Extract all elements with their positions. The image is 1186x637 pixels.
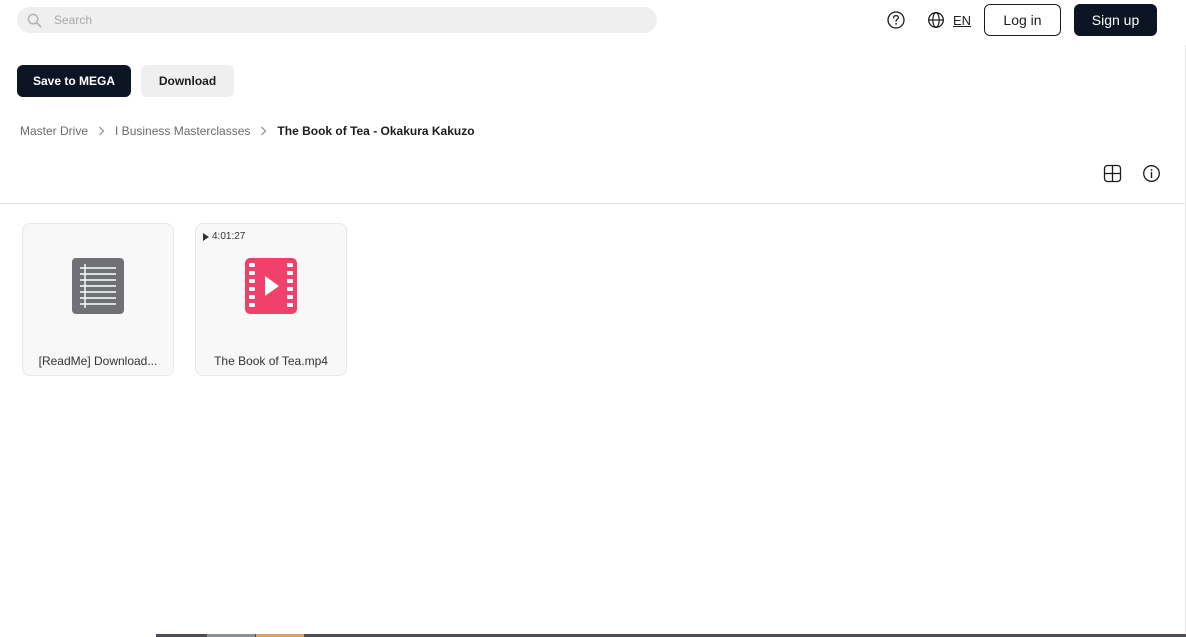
help-icon <box>887 11 905 29</box>
video-duration-badge: 4:01:27 <box>203 231 245 242</box>
grid-view-toggle[interactable] <box>1101 162 1123 184</box>
signup-button[interactable]: Sign up <box>1074 4 1157 36</box>
breadcrumb-item-current-folder: The Book of Tea - Okakura Kakuzo <box>277 124 475 138</box>
globe-icon <box>928 12 944 28</box>
search-icon <box>27 13 42 27</box>
text-file-icon <box>72 258 124 314</box>
breadcrumb-item-master-drive[interactable]: Master Drive <box>20 124 88 138</box>
chevron-right-icon <box>260 126 267 136</box>
info-button[interactable] <box>1140 162 1162 184</box>
language-selector[interactable]: EN <box>927 9 971 31</box>
file-name: The Book of Tea.mp4 <box>214 354 328 368</box>
info-icon <box>1142 164 1160 182</box>
file-name: [ReadMe] Download... <box>38 354 158 368</box>
login-button[interactable]: Log in <box>984 4 1061 36</box>
search-input[interactable] <box>54 10 614 30</box>
video-file-icon <box>245 258 297 314</box>
play-icon <box>203 232 209 241</box>
chevron-right-icon <box>98 126 105 136</box>
page: EN Log in Sign up Save to MEGA Download … <box>0 0 1186 637</box>
download-button[interactable]: Download <box>141 65 234 97</box>
breadcrumb-item-business-masterclasses[interactable]: I Business Masterclasses <box>115 124 250 138</box>
file-card-video[interactable]: 4:01:27 The Book of Tea.mp4 <box>195 223 347 376</box>
language-label[interactable]: EN <box>953 13 971 28</box>
search-bar[interactable] <box>17 7 657 33</box>
video-duration: 4:01:27 <box>212 231 246 242</box>
save-to-mega-button[interactable]: Save to MEGA <box>17 65 131 97</box>
content-divider <box>0 203 1185 204</box>
grid-icon <box>1103 164 1121 182</box>
breadcrumb: Master Drive I Business Masterclasses Th… <box>20 122 475 140</box>
file-card-readme[interactable]: [ReadMe] Download... <box>22 223 174 376</box>
help-button[interactable] <box>884 8 908 32</box>
